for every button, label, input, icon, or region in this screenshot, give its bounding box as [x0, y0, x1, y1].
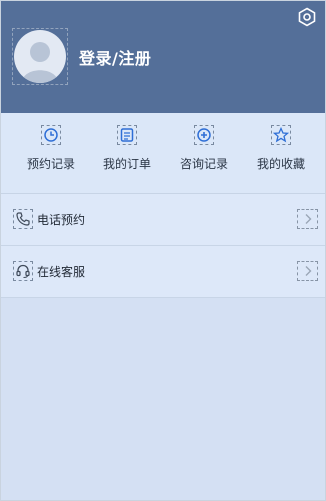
gear-icon[interactable]	[297, 7, 317, 27]
quick-action-consultations[interactable]: 咨询记录	[168, 125, 240, 172]
menu-item-phone-appointment[interactable]: 电话预约	[1, 194, 325, 246]
quick-action-label: 预约记录	[26, 157, 75, 171]
menu-item-label: 电话预约	[37, 213, 86, 227]
phone-icon	[13, 209, 33, 229]
avatar-frame[interactable]	[12, 28, 68, 85]
quick-action-label: 我的订单	[102, 157, 151, 171]
user-avatar-icon	[14, 30, 66, 83]
quick-action-orders[interactable]: 我的订单	[91, 125, 163, 172]
quick-action-favorites[interactable]: 我的收藏	[245, 125, 317, 172]
quick-action-appointments[interactable]: 预约记录	[15, 125, 87, 172]
app-screen: 登录/注册 预约记录 我的订单 咨询记录 我的收藏 电话预约 在线客服	[0, 0, 326, 501]
menu-item-online-service[interactable]: 在线客服	[1, 246, 325, 298]
profile-header: 登录/注册	[1, 1, 325, 113]
star-icon	[271, 125, 291, 145]
quick-action-label: 咨询记录	[179, 157, 228, 171]
clock-icon	[41, 125, 61, 145]
login-register-link[interactable]: 登录/注册	[79, 45, 151, 69]
chevron-right-icon	[297, 261, 318, 281]
quick-actions-bar: 预约记录 我的订单 咨询记录 我的收藏	[1, 113, 325, 194]
menu-item-label: 在线客服	[37, 265, 86, 279]
consult-plus-icon	[194, 125, 214, 145]
chevron-right-icon	[297, 209, 318, 229]
order-list-icon	[117, 125, 137, 145]
quick-action-label: 我的收藏	[256, 157, 305, 171]
headset-icon	[13, 261, 33, 281]
